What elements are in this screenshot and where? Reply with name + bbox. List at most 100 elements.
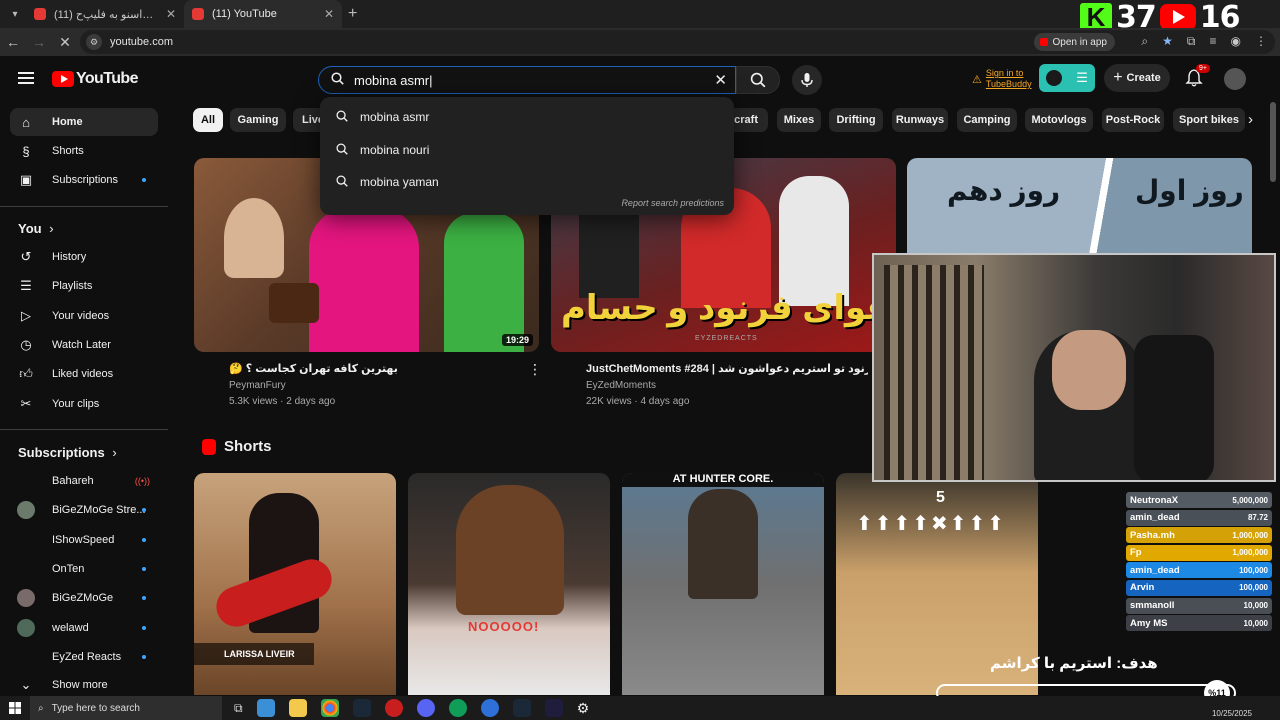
youtube-logo[interactable]: YouTube bbox=[52, 70, 138, 88]
sidebar-item-watch-later[interactable]: ◷ Watch Later bbox=[10, 331, 158, 359]
site-info-icon[interactable]: ⚙ bbox=[86, 34, 102, 50]
create-button[interactable]: + Create bbox=[1104, 64, 1170, 92]
wall-panel-image bbox=[884, 265, 984, 480]
new-content-dot bbox=[142, 626, 146, 630]
voice-search-button[interactable] bbox=[792, 65, 822, 95]
sidebar-item-subscriptions[interactable]: ▣ Subscriptions bbox=[10, 166, 158, 194]
tubebuddy-menu-button[interactable]: ☰ bbox=[1039, 64, 1095, 92]
close-tab-icon[interactable]: ✕ bbox=[166, 7, 176, 21]
sidebar-sub-bahareh[interactable]: Bahareh ((•)) bbox=[10, 467, 158, 495]
search-input[interactable]: mobina asmr bbox=[354, 73, 714, 88]
chevron-right-icon: › bbox=[49, 221, 54, 236]
profile-icon[interactable]: ◉ bbox=[1231, 34, 1241, 49]
chevron-right-icon[interactable]: › bbox=[1248, 111, 1253, 128]
forward-arrow-icon[interactable]: → bbox=[26, 34, 52, 50]
stop-loading-icon[interactable]: ✕ bbox=[52, 34, 78, 51]
app-icon[interactable] bbox=[480, 699, 499, 717]
donor-name: Arvin bbox=[1130, 582, 1155, 594]
arrow-icons: ⬆⬆⬆⬆✖⬆⬆⬆ bbox=[856, 513, 1007, 535]
open-in-app-button[interactable]: Open in app bbox=[1033, 33, 1115, 51]
task-view-icon[interactable]: ⧉ bbox=[234, 701, 243, 716]
chip-motovlogs[interactable]: Motovlogs bbox=[1025, 108, 1093, 132]
taskbar-clock[interactable]: 10/25/2025 bbox=[1212, 696, 1252, 720]
report-predictions-link[interactable]: Report search predictions bbox=[621, 198, 724, 208]
steam-icon[interactable] bbox=[352, 699, 371, 717]
app-icon[interactable] bbox=[256, 699, 275, 717]
short-card[interactable]: AT HUNTER CORE. bbox=[622, 473, 824, 695]
tab-search-chevron-icon[interactable]: ▾ bbox=[4, 3, 26, 25]
browser-tab-1[interactable]: (11) از واکنش سم‌اسنو به فلیپ‌ح... ✕ bbox=[26, 0, 184, 28]
close-tab-icon[interactable]: ✕ bbox=[324, 7, 334, 21]
sidebar-sub-onten[interactable]: OnTen bbox=[10, 555, 158, 583]
browser-tab-2[interactable]: (11) YouTube ✕ bbox=[184, 0, 342, 28]
tubebuddy-signin[interactable]: ⚠ Sign in to TubeBuddy bbox=[972, 68, 1032, 90]
sidebar-item-shorts[interactable]: § Shorts bbox=[10, 137, 158, 165]
steam-icon[interactable] bbox=[512, 699, 531, 717]
more-options-icon[interactable]: ⋮ bbox=[528, 361, 542, 378]
donation-amount: 1,000,000 bbox=[1232, 530, 1268, 540]
bookmark-star-icon[interactable]: ★ bbox=[1162, 34, 1173, 49]
donor-name: Fp bbox=[1130, 547, 1142, 559]
sidebar-item-history[interactable]: ↺ History bbox=[10, 243, 158, 271]
page-scrollbar[interactable] bbox=[1270, 102, 1276, 182]
chip-drifting[interactable]: Drifting bbox=[829, 108, 883, 132]
channel-avatar bbox=[17, 560, 35, 578]
obs-icon[interactable] bbox=[384, 699, 403, 717]
sidebar-item-your-videos[interactable]: ▷ Your videos bbox=[10, 302, 158, 330]
chip-gaming[interactable]: Gaming bbox=[230, 108, 286, 132]
sidebar-show-more[interactable]: ⌄ Show more bbox=[10, 673, 158, 697]
subscriptions-section-heading[interactable]: Subscriptions › bbox=[18, 445, 117, 460]
short-card[interactable]: NOOOOO! bbox=[408, 473, 610, 695]
address-bar[interactable]: ⚙ youtube.com Open in app ⌕ ★ ⧉ ≡ ◉ ⋮ bbox=[80, 30, 1275, 54]
edge-icon[interactable] bbox=[448, 699, 467, 717]
like-icon: 👍︎ bbox=[19, 366, 33, 381]
sidebar-item-liked-videos[interactable]: 👍︎ Liked videos bbox=[10, 360, 158, 388]
taskbar-search-input[interactable]: ⌕ Type here to search bbox=[30, 696, 222, 720]
suggestion-item[interactable]: mobina nouri bbox=[320, 135, 734, 165]
you-section-heading[interactable]: You › bbox=[18, 221, 54, 236]
reading-list-icon[interactable]: ≡ bbox=[1210, 34, 1217, 49]
sidebar-item-home[interactable]: ⌂ Home bbox=[10, 108, 158, 136]
file-explorer-icon[interactable] bbox=[288, 699, 307, 717]
video-channel[interactable]: PeymanFury bbox=[229, 380, 286, 391]
sidebar-divider bbox=[0, 429, 168, 430]
search-button[interactable] bbox=[736, 66, 780, 94]
chip-camping[interactable]: Camping bbox=[957, 108, 1017, 132]
zoom-icon[interactable]: ⌕ bbox=[1141, 34, 1148, 49]
chrome-icon[interactable] bbox=[320, 699, 339, 717]
video-title[interactable]: JustChetMoments #284 | حسام و فرنود تو ا… bbox=[586, 362, 868, 375]
search-box[interactable]: mobina asmr ✕ bbox=[318, 66, 736, 94]
channel-name: Bahareh bbox=[52, 475, 94, 487]
suggestion-item[interactable]: mobina yaman bbox=[320, 167, 734, 197]
chip-all[interactable]: All bbox=[193, 108, 223, 132]
vscode-icon[interactable] bbox=[544, 699, 563, 717]
sidebar-item-your-clips[interactable]: ✂ Your clips bbox=[10, 390, 158, 418]
sidebar-sub-bigezmoge[interactable]: BiGeZMoGe bbox=[10, 584, 158, 612]
chip-runways[interactable]: Runways bbox=[892, 108, 948, 132]
back-arrow-icon[interactable]: ← bbox=[0, 34, 26, 50]
sidebar-sub-bigezmoge-stream[interactable]: BiGeZMoGe Stre... bbox=[10, 496, 158, 524]
chip-post-rock[interactable]: Post-Rock bbox=[1102, 108, 1164, 132]
chip-mixes[interactable]: Mixes bbox=[777, 108, 821, 132]
sidebar-sub-ishowspeed[interactable]: IShowSpeed bbox=[10, 526, 158, 554]
video-thumbnail[interactable]: روز دهم روز اول bbox=[907, 158, 1252, 254]
windows-start-icon[interactable] bbox=[0, 702, 30, 714]
sidebar-sub-eyzed-reacts[interactable]: EyZed Reacts bbox=[10, 643, 158, 671]
account-avatar[interactable] bbox=[1224, 68, 1246, 90]
video-title[interactable]: بهترین کافه تهران کجاست ؟ 🤔 bbox=[229, 362, 398, 375]
browser-menu-icon[interactable]: ⋮ bbox=[1255, 34, 1267, 49]
discord-icon[interactable] bbox=[416, 699, 435, 717]
video-channel[interactable]: EyZedMoments bbox=[586, 380, 656, 391]
youtube-wordmark: YouTube bbox=[76, 70, 138, 87]
url-text[interactable]: youtube.com bbox=[110, 36, 173, 48]
clear-search-icon[interactable]: ✕ bbox=[714, 71, 727, 89]
sidebar-item-playlists[interactable]: ☰ Playlists bbox=[10, 272, 158, 300]
chip-sport-bikes[interactable]: Sport bikes bbox=[1173, 108, 1245, 132]
settings-gear-icon[interactable]: ⚙ bbox=[577, 700, 590, 717]
sidebar-sub-welawd[interactable]: welawd bbox=[10, 614, 158, 642]
extensions-icon[interactable]: ⧉ bbox=[1187, 34, 1196, 49]
suggestion-item[interactable]: mobina asmr bbox=[320, 102, 734, 132]
new-tab-icon[interactable]: + bbox=[348, 5, 357, 23]
hamburger-menu-icon[interactable] bbox=[18, 72, 34, 84]
short-card[interactable]: LARISSA LIVEIR bbox=[194, 473, 396, 695]
